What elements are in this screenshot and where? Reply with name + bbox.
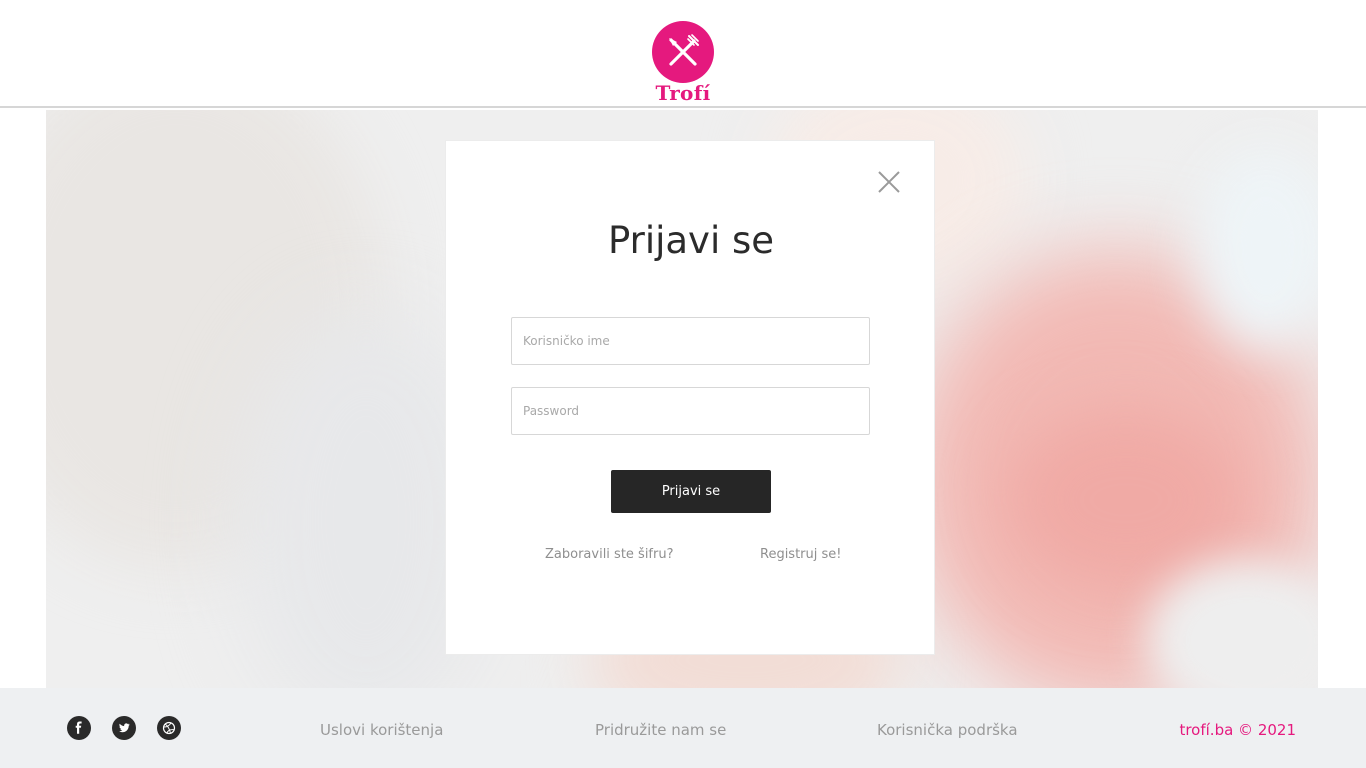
twitter-button[interactable]	[112, 716, 136, 740]
modal-title: Prijavi se	[607, 219, 775, 262]
password-input[interactable]	[511, 387, 870, 435]
facebook-button[interactable]	[67, 716, 91, 740]
register-link[interactable]: Registruj se!	[760, 547, 842, 562]
logo[interactable]	[652, 21, 714, 83]
close-icon	[878, 171, 900, 193]
forgot-password-link[interactable]: Zaboravili ste šifru?	[545, 547, 674, 562]
brand-name: Trofí	[655, 81, 711, 105]
join-us-link[interactable]: Pridružite nam se	[595, 721, 726, 739]
facebook-icon	[75, 721, 82, 734]
copyright: trofí.ba © 2021	[1179, 721, 1296, 739]
twitter-icon	[119, 723, 130, 733]
terms-link[interactable]: Uslovi korištenja	[320, 721, 443, 739]
dribbble-icon	[162, 721, 176, 735]
username-input[interactable]	[511, 317, 870, 365]
footer: Uslovi korištenja Pridružite nam se Kori…	[0, 688, 1366, 768]
login-button[interactable]: Prijavi se	[611, 470, 771, 513]
header: Trofí	[0, 0, 1366, 108]
support-link[interactable]: Korisnička podrška	[877, 721, 1018, 739]
dribbble-button[interactable]	[157, 716, 181, 740]
fork-knife-icon	[669, 34, 699, 66]
login-modal: Prijavi se Prijavi se Zaboravili ste šif…	[445, 140, 935, 655]
close-button[interactable]	[876, 169, 902, 195]
